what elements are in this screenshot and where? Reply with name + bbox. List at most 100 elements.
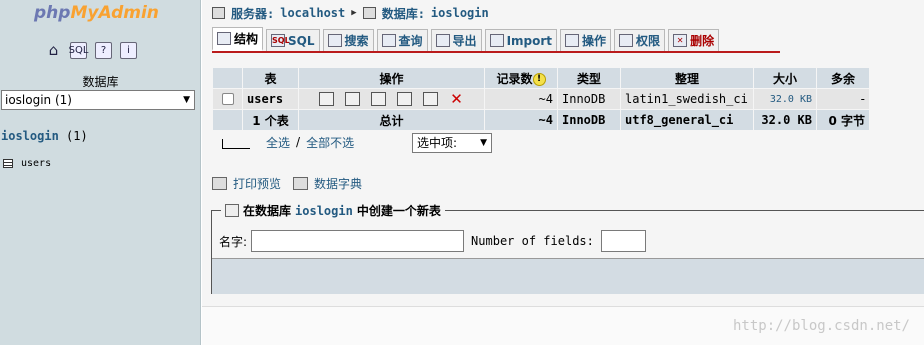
- with-selected-value: 选中项:: [417, 136, 458, 150]
- database-select[interactable]: ioslogin (1) ▼: [1, 90, 195, 110]
- breadcrumb-server[interactable]: localhost: [280, 6, 345, 20]
- row-records: ~4: [484, 88, 558, 110]
- row-table-name[interactable]: users: [242, 88, 299, 110]
- tab-drop-label: 删除: [690, 34, 715, 48]
- tab-sql-label: SQL: [288, 33, 315, 48]
- chevron-down-icon: ▼: [183, 95, 190, 105]
- watermark-text: http://blog.csdn.net/: [732, 318, 910, 334]
- tab-export-label: 导出: [452, 34, 477, 48]
- create-table-legend: 在数据库 ioslogin 中创建一个新表: [221, 202, 445, 219]
- header-table[interactable]: 表: [242, 67, 299, 89]
- footer-type: InnoDB: [557, 109, 621, 131]
- create-table-fieldset: 在数据库 ioslogin 中创建一个新表 名字: Number of fiel…: [211, 202, 924, 294]
- with-selected-select[interactable]: 选中项: ▼: [412, 133, 492, 153]
- table-footer-row: 1 个表 总计 ~4 InnoDB utf8_general_ci 32.0 K…: [212, 109, 870, 131]
- users-icon: [619, 34, 634, 47]
- tab-import[interactable]: Import: [484, 29, 558, 51]
- create-table-form: 名字: Number of fields:: [219, 229, 646, 253]
- empty-icon[interactable]: [423, 92, 438, 106]
- sql-icon[interactable]: SQL: [69, 42, 88, 59]
- header-size[interactable]: 大小: [753, 67, 817, 89]
- current-database-name: ioslogin: [1, 129, 59, 143]
- header-collation[interactable]: 整理: [620, 67, 754, 89]
- data-dictionary-link[interactable]: 数据字典: [314, 175, 362, 192]
- tab-privileges-label: 权限: [636, 34, 661, 48]
- header-actions: 操作: [298, 67, 485, 89]
- structure-icon[interactable]: [345, 92, 360, 106]
- logo-my-text: My: [70, 3, 99, 23]
- current-database-link[interactable]: ioslogin (1): [1, 129, 88, 143]
- print-view-link[interactable]: 打印预览: [233, 175, 281, 192]
- legend-suffix: 中创建一个新表: [356, 204, 441, 218]
- header-type[interactable]: 类型: [557, 67, 621, 89]
- left-table-name: users: [21, 158, 52, 169]
- print-row: 打印预览 数据字典: [212, 174, 362, 192]
- docs-icon[interactable]: i: [120, 42, 137, 59]
- tab-export[interactable]: 导出: [430, 29, 482, 51]
- home-icon[interactable]: ⌂: [45, 42, 62, 59]
- breadcrumb-server-label: 服务器:: [231, 6, 275, 21]
- footer-collation: utf8_general_ci: [620, 109, 754, 131]
- main-content: 服务器: localhost ▶ 数据库: ioslogin 结构 SQL SQL…: [202, 0, 924, 345]
- database-select-value: ioslogin (1): [5, 93, 72, 107]
- tab-operations[interactable]: 操作: [560, 29, 612, 51]
- tab-import-label: Import: [506, 33, 553, 48]
- tab-search[interactable]: 搜索: [322, 29, 374, 51]
- row-size[interactable]: 32.0 KB: [753, 88, 817, 110]
- wrench-icon: [565, 34, 580, 47]
- new-table-icon: [225, 204, 239, 217]
- table-name-input[interactable]: [251, 230, 465, 252]
- row-type: InnoDB: [557, 88, 621, 110]
- row-overhead: -: [816, 88, 870, 110]
- tab-query[interactable]: 查询: [376, 29, 428, 51]
- left-navigation-panel: phpMyAdmin ⌂ SQL ? i 数据库 ioslogin (1) ▼ …: [0, 0, 201, 345]
- tab-structure-label: 结构: [234, 32, 259, 46]
- tab-search-label: 搜索: [344, 34, 369, 48]
- hint-icon: !: [532, 72, 546, 86]
- logo-php-text: php: [34, 3, 71, 23]
- tab-structure[interactable]: 结构: [212, 27, 264, 51]
- breadcrumb-db-label: 数据库:: [381, 6, 425, 21]
- search-icon[interactable]: [371, 92, 386, 106]
- tab-operations-label: 操作: [582, 34, 607, 48]
- breadcrumb-db[interactable]: ioslogin: [431, 6, 489, 20]
- tab-privileges[interactable]: 权限: [614, 29, 666, 51]
- footer-size: 32.0 KB: [753, 109, 817, 131]
- browse-icon[interactable]: [319, 92, 334, 106]
- current-database-count: (1): [66, 129, 88, 143]
- insert-icon[interactable]: [397, 92, 412, 106]
- uncheck-all-link[interactable]: 全部不选: [306, 134, 354, 151]
- database-label: 数据库: [82, 75, 119, 89]
- logo-admin-text: Admin: [98, 3, 159, 23]
- server-icon: [212, 7, 225, 19]
- footer-empty-cell: [212, 109, 243, 131]
- query-icon: [381, 34, 396, 47]
- delete-icon[interactable]: ✕: [449, 92, 464, 107]
- export-icon: [435, 34, 450, 47]
- header-records[interactable]: 记录数!: [484, 67, 558, 89]
- tab-drop[interactable]: ✕ 删除: [668, 29, 720, 51]
- database-icon: [362, 7, 376, 19]
- row-checkbox-cell: [212, 88, 243, 110]
- header-records-label: 记录数: [496, 71, 533, 86]
- help-icon[interactable]: ?: [95, 42, 112, 59]
- check-all-link[interactable]: 全选: [266, 134, 290, 151]
- row-checkbox[interactable]: [221, 93, 234, 105]
- tab-sql[interactable]: SQL SQL: [266, 29, 320, 51]
- header-overhead[interactable]: 多余: [816, 67, 870, 89]
- left-table-item[interactable]: users: [3, 158, 51, 169]
- table-icon: [3, 159, 13, 168]
- sql-icon: SQL: [271, 34, 290, 47]
- footer-label: 总计: [298, 109, 485, 131]
- name-label: 名字:: [219, 234, 248, 249]
- row-actions: ✕: [298, 88, 485, 110]
- header-checkbox-cell: [212, 67, 243, 89]
- number-of-fields-input[interactable]: [600, 230, 646, 252]
- print-icon: [212, 176, 227, 190]
- phpmyadmin-logo[interactable]: phpMyAdmin: [34, 3, 159, 25]
- table-header-row: 表 操作 记录数! 类型 整理 大小 多余: [212, 67, 870, 89]
- footer-records: ~4: [484, 109, 558, 131]
- import-icon: [489, 34, 504, 47]
- check-all-row: 全选 / 全部不选: [222, 131, 354, 153]
- structure-icon: [217, 32, 231, 45]
